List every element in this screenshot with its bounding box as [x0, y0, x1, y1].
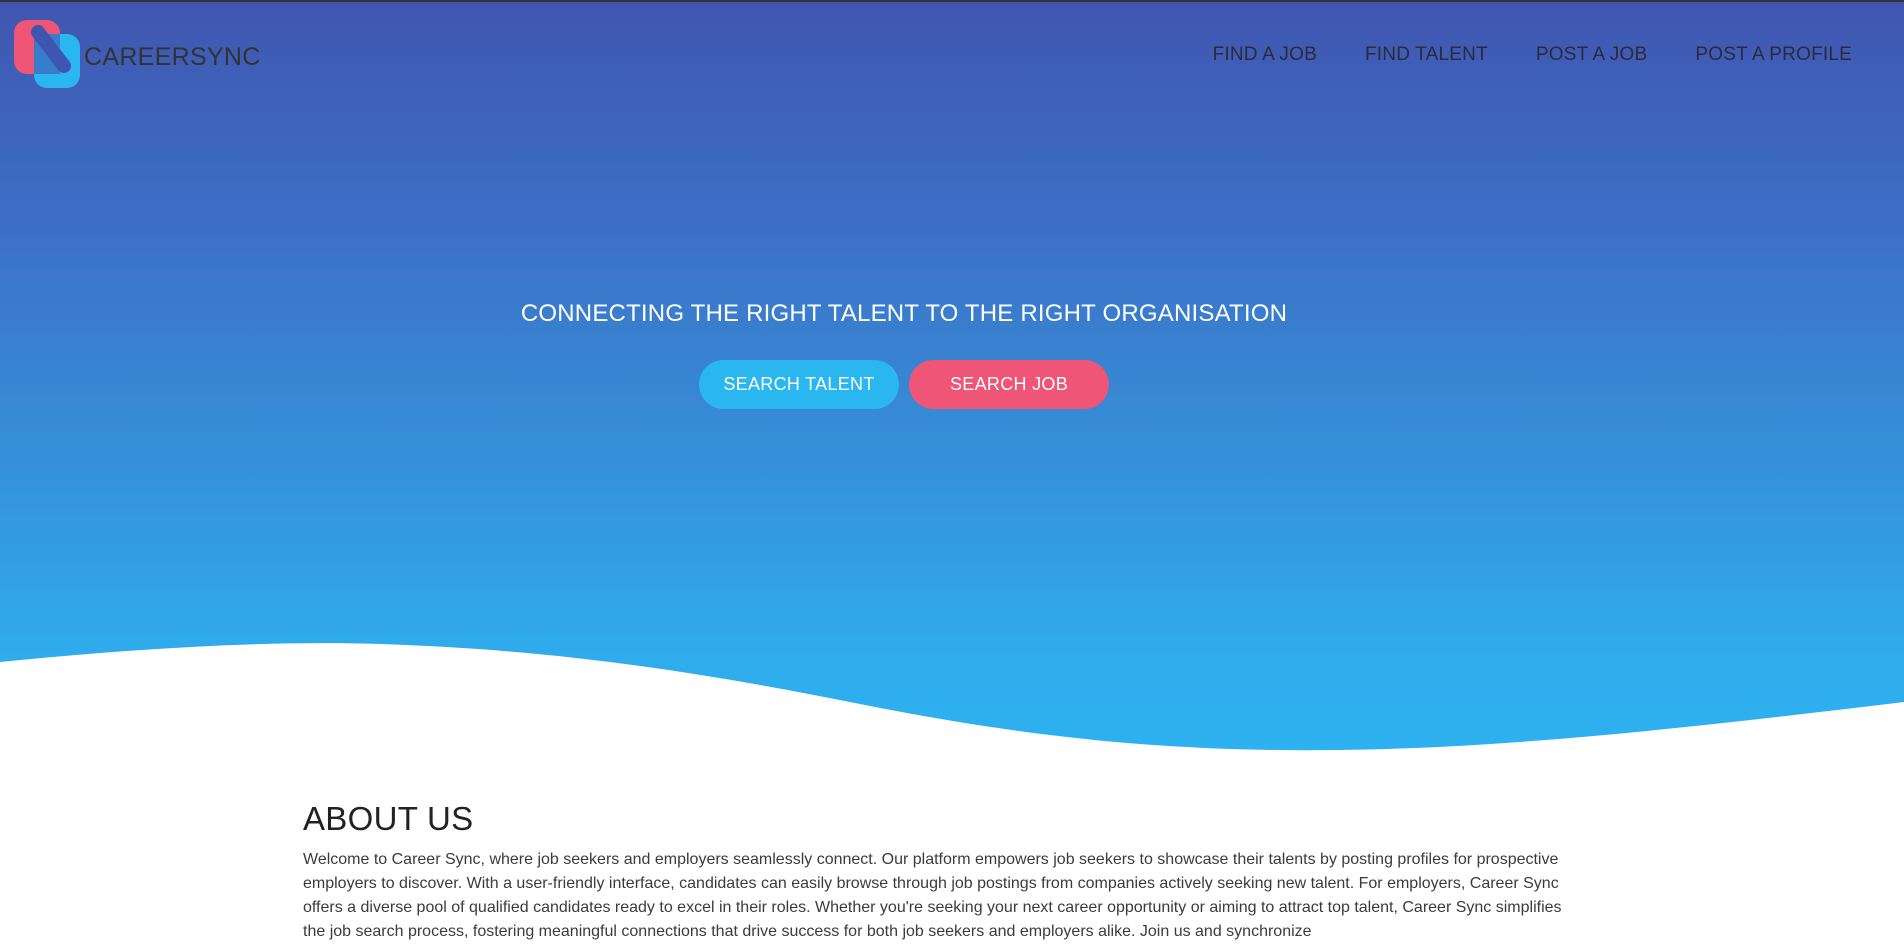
- hero-cta-group: SEARCH TALENT SEARCH JOB: [0, 360, 1856, 409]
- nav-post-a-job[interactable]: POST A JOB: [1536, 44, 1647, 66]
- main-nav: FIND A JOB FIND TALENT POST A JOB POST A…: [1165, 44, 1852, 66]
- hero-content: CONNECTING THE RIGHT TALENT TO THE RIGHT…: [0, 300, 1904, 409]
- search-job-button[interactable]: SEARCH JOB: [909, 360, 1109, 409]
- window-top-border: [0, 0, 1904, 2]
- brand-name: CAREERSYNC: [84, 42, 261, 71]
- top-navbar: CAREERSYNC FIND A JOB FIND TALENT POST A…: [0, 2, 1904, 102]
- hero-wave-divider: [0, 643, 1904, 800]
- page: CAREERSYNC FIND A JOB FIND TALENT POST A…: [0, 0, 1904, 945]
- nav-find-talent[interactable]: FIND TALENT: [1365, 44, 1488, 66]
- hero-tagline: CONNECTING THE RIGHT TALENT TO THE RIGHT…: [520, 300, 1288, 327]
- search-talent-button[interactable]: SEARCH TALENT: [699, 360, 899, 409]
- careersync-logo-icon: [14, 20, 80, 88]
- brand-logo-link[interactable]: CAREERSYNC: [14, 18, 261, 90]
- about-title: ABOUT US: [303, 800, 474, 837]
- about-text: Welcome to Career Sync, where job seeker…: [303, 851, 1562, 940]
- about-section: ABOUT US Welcome to Career Sync, where j…: [303, 800, 1575, 944]
- nav-find-a-job[interactable]: FIND A JOB: [1213, 44, 1317, 66]
- nav-post-a-profile[interactable]: POST A PROFILE: [1695, 44, 1852, 66]
